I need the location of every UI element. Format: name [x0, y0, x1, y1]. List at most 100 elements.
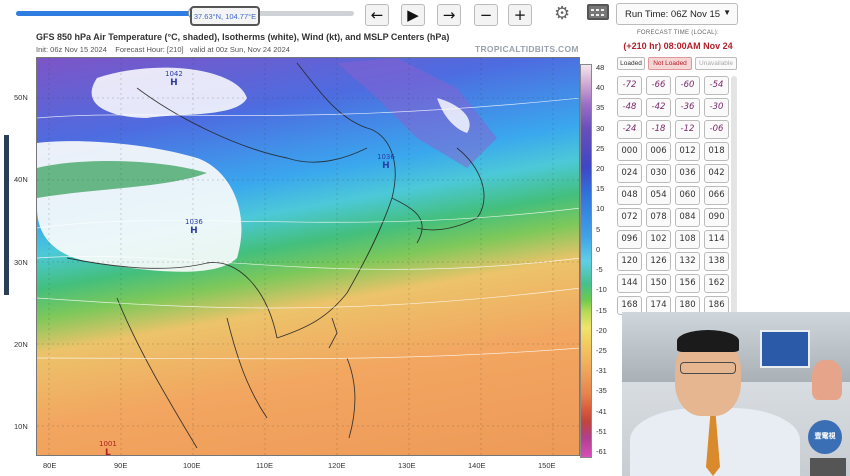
forecast-hour-button[interactable]: 060 [675, 186, 700, 205]
colorbar-tick-label: -31 [596, 366, 607, 376]
colorbar-tick-label: 35 [596, 103, 605, 113]
forecast-hour-button[interactable]: 114 [704, 230, 729, 249]
forecast-hour-button[interactable]: -36 [675, 98, 700, 117]
forecast-hour-scrollbar[interactable] [731, 76, 737, 314]
forecast-hour-grid: -72 -66 -60 -54 -48 -42 -36 -30 -24 -18 -12 -06 000 0… [617, 76, 730, 315]
forecast-hour-button[interactable]: -72 [617, 76, 642, 95]
forecast-hour-button[interactable]: 012 [675, 142, 700, 161]
forecast-time-value: (+210 hr) 08:00AM Nov 24 [623, 41, 733, 51]
colorbar-tick-label: -25 [596, 345, 607, 355]
colorbar-tick-label: -41 [596, 406, 607, 416]
forecast-hour-button[interactable]: 090 [704, 208, 729, 227]
forecast-slider-fill [16, 11, 196, 16]
colorbar-tick-label: -35 [596, 386, 607, 396]
status-unavailable[interactable]: Unavailable [695, 57, 737, 70]
forecast-hour-button[interactable]: -30 [704, 98, 729, 117]
presenter-glasses [680, 362, 736, 374]
forecast-hour-button[interactable]: 120 [617, 252, 642, 271]
colorbar-tick-label: -15 [596, 305, 607, 315]
chevron-down-icon: ▼ [723, 8, 731, 17]
colorbar-tick-label: -10 [596, 285, 607, 295]
map-overlay [37, 58, 579, 455]
keyboard-icon[interactable] [587, 4, 609, 20]
map-title: GFS 850 hPa Air Temperature (°C, shaded)… [36, 32, 450, 42]
forecast-hour-button[interactable]: 084 [675, 208, 700, 227]
colorbar-tick-label: -5 [596, 265, 603, 275]
forecast-hour-button[interactable]: 036 [675, 164, 700, 183]
forecast-time-header: FORECAST TIME (LOCAL): [636, 30, 720, 36]
forecast-hour-button[interactable]: -18 [646, 120, 671, 139]
high-pressure-center: 1042 H [165, 70, 183, 88]
forecast-hour-button[interactable]: 102 [646, 230, 671, 249]
longitude-label: 100E [183, 461, 201, 470]
status-not-loaded[interactable]: Not Loaded [648, 57, 692, 70]
forecast-hour-button[interactable]: -42 [646, 98, 671, 117]
weather-map[interactable]: 1042 H 1036 H 1036 H 1001 L [36, 57, 580, 456]
forecast-hour-button[interactable]: 054 [646, 186, 671, 205]
forecast-hour-button[interactable]: 108 [675, 230, 700, 249]
forecast-hour-button[interactable]: 048 [617, 186, 642, 205]
forecast-hour-button[interactable]: -54 [704, 76, 729, 95]
colorbar-tick-label: -61 [596, 447, 607, 456]
forecast-hour-button[interactable]: 156 [675, 274, 700, 293]
forecast-hour: Forecast Hour: [210] [115, 45, 184, 54]
colorbar-tick-label: 5 [596, 224, 601, 234]
zoom-in-button[interactable]: + [508, 4, 532, 26]
forecast-hour-button[interactable]: 042 [704, 164, 729, 183]
colorbar-tick-label: 30 [596, 123, 605, 133]
forecast-hour-button[interactable]: -06 [704, 120, 729, 139]
station-logo: 壹電視 [808, 420, 842, 454]
app-window: 37.63°N, 104.77°E ← ▶ → − + ⚙ Run Time: … [0, 0, 850, 476]
longitude-label: 150E [538, 461, 556, 470]
forecast-hour-button[interactable]: 066 [704, 186, 729, 205]
forecast-hour-button[interactable]: 144 [617, 274, 642, 293]
forecast-hour-button[interactable]: 072 [617, 208, 642, 227]
forecast-hour-button[interactable]: 132 [675, 252, 700, 271]
next-frame-button[interactable]: → [437, 4, 461, 26]
forecast-hour-button[interactable]: -60 [675, 76, 700, 95]
forecast-slider[interactable] [16, 6, 354, 20]
colorbar-tick-label: -20 [596, 325, 607, 335]
cursor-coordinate-readout: 37.63°N, 104.77°E [190, 6, 260, 26]
sidebar-edge [4, 135, 9, 295]
previous-frame-button[interactable]: ← [365, 4, 389, 26]
colorbar-tick-label: 0 [596, 244, 601, 254]
forecast-hour-button[interactable]: -48 [617, 98, 642, 117]
presenter-webcam: 壹電視 [622, 312, 850, 476]
forecast-hour-button[interactable]: -12 [675, 120, 700, 139]
forecast-hour-button[interactable]: 006 [646, 142, 671, 161]
gear-icon[interactable]: ⚙ [554, 3, 580, 27]
latitude-label: 10N [14, 422, 28, 431]
latitude-label: 40N [14, 175, 28, 184]
forecast-hour-button[interactable]: 096 [617, 230, 642, 249]
forecast-hour-button[interactable]: 078 [646, 208, 671, 227]
status-loaded[interactable]: Loaded [617, 57, 645, 70]
forecast-hour-button[interactable]: 162 [704, 274, 729, 293]
latitude-label: 50N [14, 93, 28, 102]
forecast-hour-button[interactable]: 030 [646, 164, 671, 183]
longitude-label: 130E [398, 461, 416, 470]
forecast-hour-button[interactable]: -66 [646, 76, 671, 95]
forecast-hour-button[interactable]: 138 [704, 252, 729, 271]
latitude-label: 20N [14, 340, 28, 349]
forecast-hour-button[interactable]: 024 [617, 164, 642, 183]
high-pressure-center: 1036 H [377, 153, 395, 171]
longitude-label: 110E [256, 461, 273, 470]
forecast-hour-button[interactable]: 018 [704, 142, 729, 161]
zoom-out-button[interactable]: − [474, 4, 498, 26]
forecast-hour-button[interactable]: 126 [646, 252, 671, 271]
low-pressure-center: 1001 L [99, 440, 117, 456]
colorbar-tick-label: 10 [596, 204, 605, 214]
webcam-background-toy [812, 360, 842, 400]
colorbar-tick-label: -51 [596, 426, 607, 436]
longitude-label: 140E [468, 461, 486, 470]
forecast-hour-button[interactable]: 000 [617, 142, 642, 161]
colorbar-tick-label: 48 [596, 63, 605, 72]
longitude-label: 80E [43, 461, 57, 470]
forecast-hour-button[interactable]: -24 [617, 120, 642, 139]
play-button[interactable]: ▶ [401, 4, 425, 26]
run-time-select[interactable]: Run Time: 06Z Nov 15 ▼ [616, 3, 738, 25]
forecast-hour-button[interactable]: 150 [646, 274, 671, 293]
longitude-label: 90E [114, 461, 128, 470]
run-time-value: Run Time: 06Z Nov 15 [625, 9, 721, 20]
